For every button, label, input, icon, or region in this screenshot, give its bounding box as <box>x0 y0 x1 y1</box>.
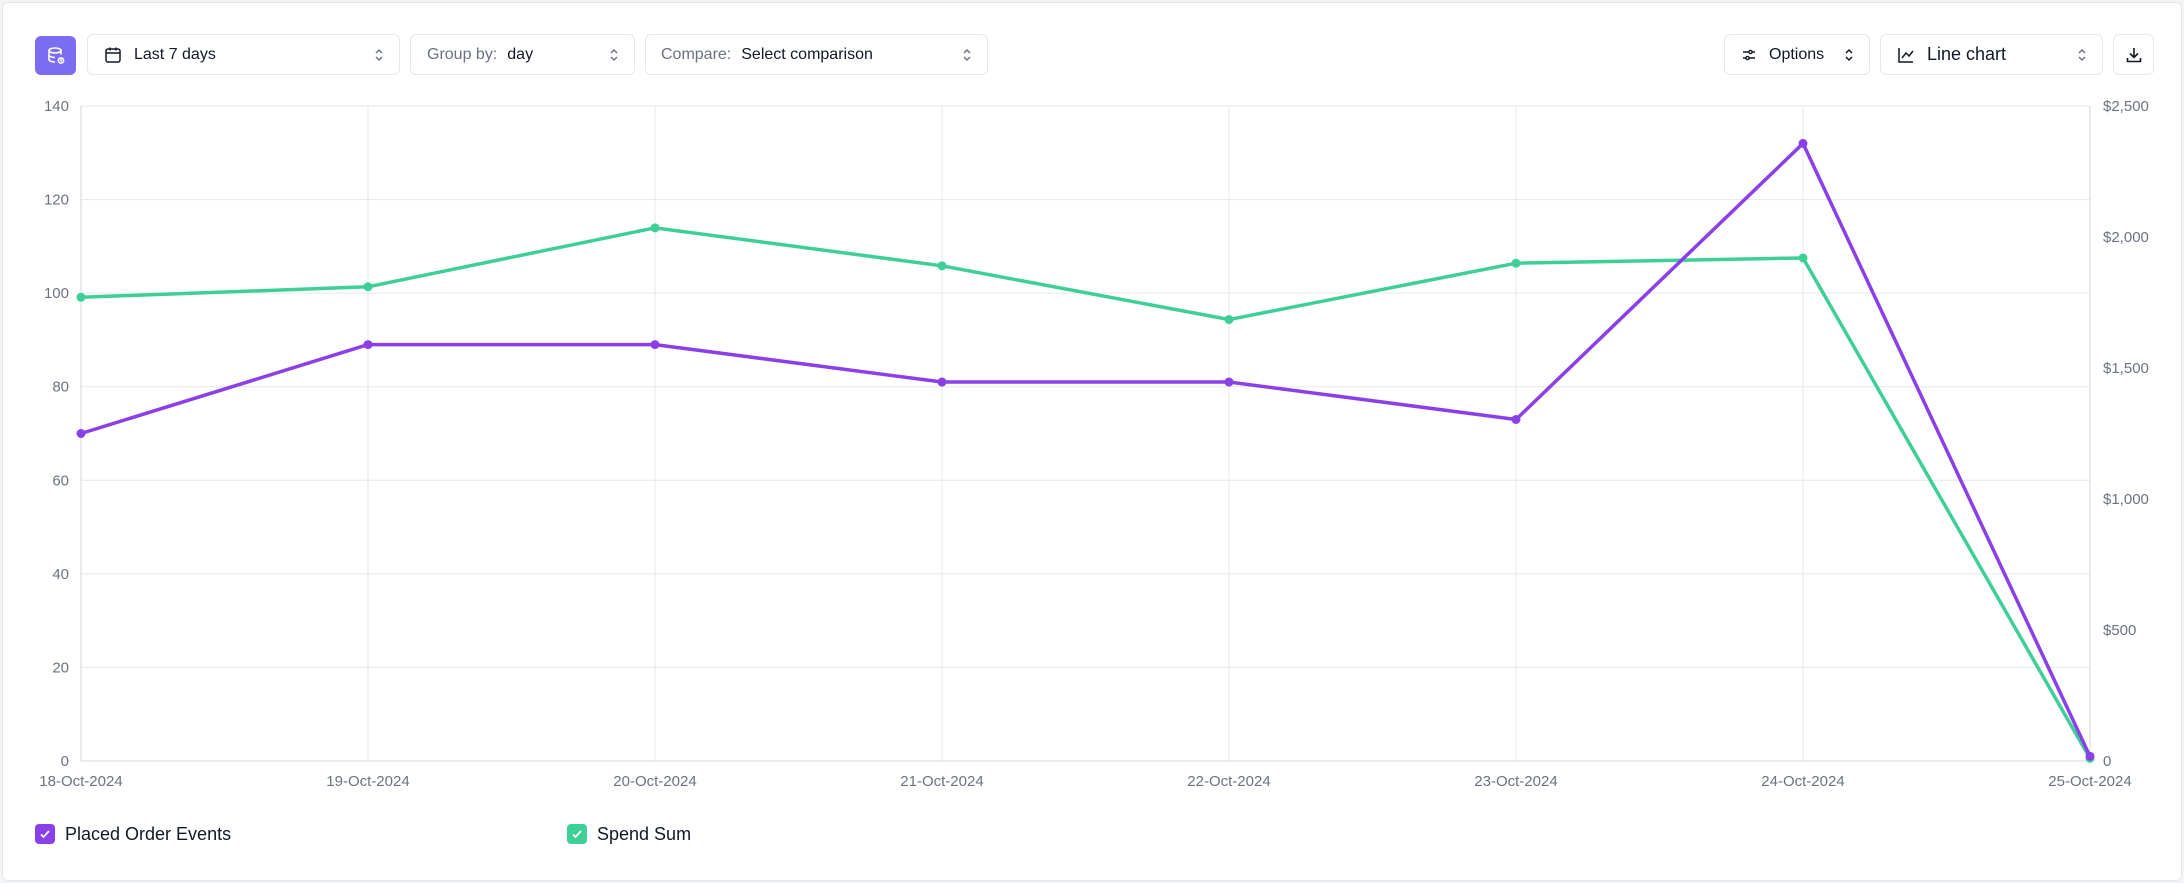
data-point <box>363 340 373 350</box>
data-point <box>937 377 947 387</box>
data-point <box>1798 253 1808 263</box>
data-point <box>1224 377 1234 387</box>
x-tick-label: 22-Oct-2024 <box>1187 773 1270 790</box>
y-right-tick-label: $500 <box>2103 622 2136 639</box>
data-point <box>363 282 373 292</box>
data-point <box>937 261 947 271</box>
y-left-tick-label: 0 <box>61 753 69 770</box>
legend-item-placed-order-events[interactable]: Placed Order Events <box>35 819 231 849</box>
x-tick-label: 25-Oct-2024 <box>2048 773 2131 790</box>
data-point <box>2085 751 2095 761</box>
legend-checkbox-purple[interactable] <box>35 824 55 844</box>
y-right-tick-label: $1,500 <box>2103 360 2149 377</box>
data-point <box>1224 315 1234 325</box>
legend-checkbox-green[interactable] <box>567 824 587 844</box>
chart-card: Last 7 days Group by: day Compare: Selec… <box>2 2 2182 881</box>
data-point <box>650 223 660 233</box>
y-left-tick-label: 140 <box>44 98 69 115</box>
series-line-0 <box>80 141 2092 758</box>
data-point <box>76 292 86 302</box>
y-left-tick-label: 60 <box>52 472 69 489</box>
data-point <box>1511 414 1521 424</box>
legend-label: Placed Order Events <box>65 823 232 844</box>
x-tick-label: 24-Oct-2024 <box>1761 773 1844 790</box>
y-right-tick-label: $1,000 <box>2103 491 2149 508</box>
y-right-tick-label: $2,000 <box>2103 229 2149 246</box>
x-tick-label: 21-Oct-2024 <box>900 773 983 790</box>
data-point <box>76 429 86 438</box>
y-left-tick-label: 120 <box>44 192 69 209</box>
y-left-tick-label: 100 <box>44 285 69 302</box>
legend-item-spend-sum[interactable]: Spend Sum <box>567 819 691 849</box>
data-point <box>1511 258 1521 268</box>
check-icon <box>40 830 50 839</box>
check-icon <box>572 830 582 839</box>
y-right-tick-label: 0 <box>2103 753 2111 770</box>
line-chart: 0 20 40 60 80 100 120 140 0 $500 $1,000 $1,500 $2,00… <box>39 98 2149 790</box>
data-point <box>1798 138 1808 148</box>
x-tick-label: 23-Oct-2024 <box>1474 773 1557 790</box>
y-right-tick-label: $2,500 <box>2103 98 2149 115</box>
y-left-tick-label: 80 <box>52 379 69 396</box>
x-tick-label: 20-Oct-2024 <box>613 773 696 790</box>
y-left-tick-label: 20 <box>52 659 69 676</box>
legend-label: Spend Sum <box>597 823 692 844</box>
y-left-tick-label: 40 <box>52 566 69 583</box>
x-tick-label: 18-Oct-2024 <box>39 773 122 790</box>
data-point <box>650 340 660 350</box>
x-tick-label: 19-Oct-2024 <box>326 773 409 790</box>
series-line-1 <box>80 226 2092 760</box>
